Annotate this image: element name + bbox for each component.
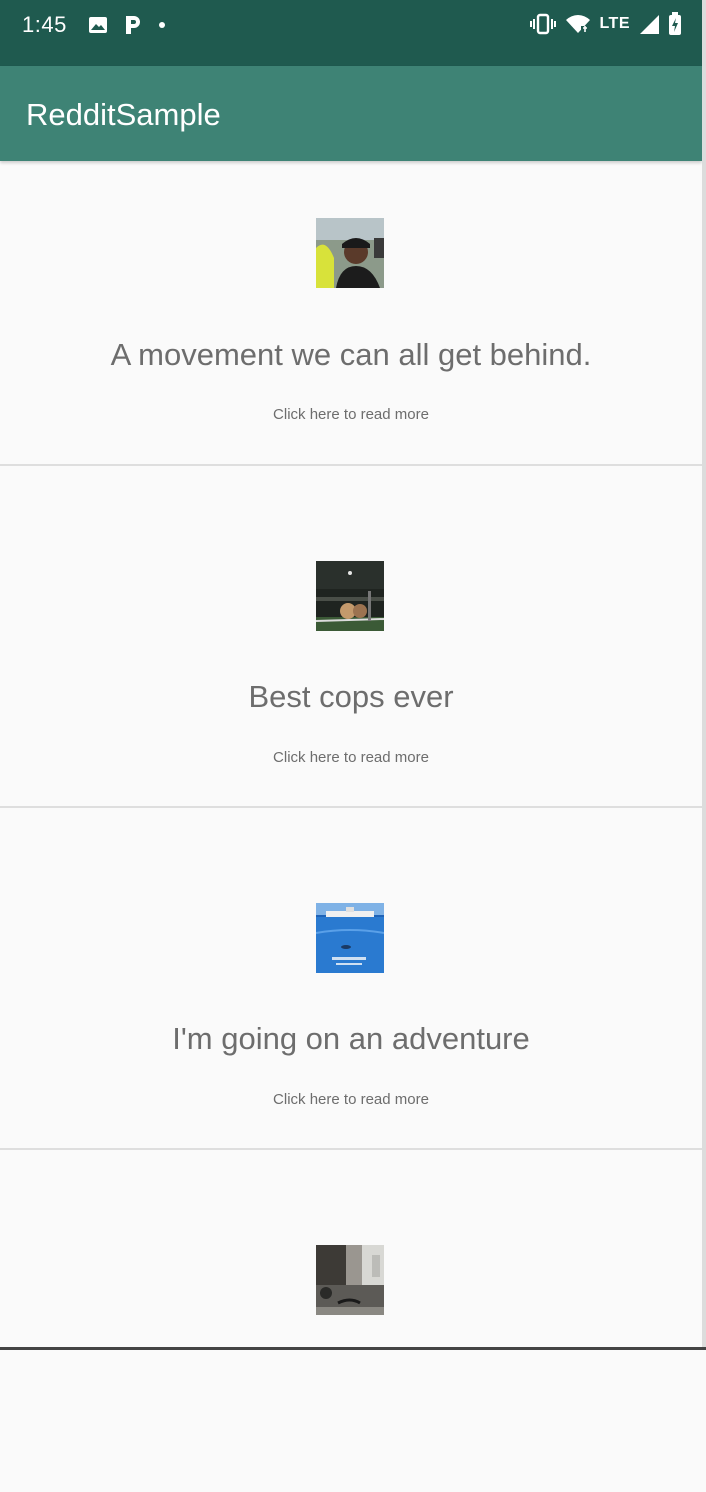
post-card[interactable]: [0, 1150, 702, 1492]
post-card[interactable]: Best cops ever Click here to read more: [0, 466, 702, 808]
p-notification-icon: [124, 14, 142, 36]
window-edge: [702, 0, 706, 1350]
network-type-label: LTE: [599, 15, 630, 32]
post-thumbnail[interactable]: [316, 561, 384, 631]
post-title: I'm going on an adventure: [172, 1021, 530, 1056]
dot-icon: [158, 21, 166, 29]
battery-icon: [668, 12, 682, 36]
vibrate-icon: [529, 13, 557, 35]
post-title: Best cops ever: [248, 679, 454, 714]
wifi-icon: [565, 13, 591, 35]
read-more-link[interactable]: Click here to read more: [0, 406, 702, 423]
app-bar: RedditSample: [0, 66, 702, 161]
post-card[interactable]: I'm going on an adventure Click here to …: [0, 808, 702, 1150]
post-list[interactable]: A movement we can all get behind. Click …: [0, 161, 702, 1492]
post-thumbnail[interactable]: [316, 903, 384, 973]
post-thumbnail[interactable]: [316, 218, 384, 288]
notification-icons: [88, 12, 166, 38]
post-card[interactable]: A movement we can all get behind. Click …: [0, 161, 702, 466]
post-title: A movement we can all get behind.: [110, 337, 592, 372]
status-bar: 1:45 LTE: [0, 0, 706, 66]
system-icons: LTE: [529, 10, 682, 38]
image-notification-icon: [88, 16, 108, 34]
signal-icon: [638, 13, 660, 35]
read-more-link[interactable]: Click here to read more: [0, 749, 702, 766]
app-title: RedditSample: [26, 97, 221, 132]
status-time: 1:45: [22, 12, 67, 37]
post-thumbnail[interactable]: [316, 1245, 384, 1315]
read-more-link[interactable]: Click here to read more: [0, 1091, 702, 1108]
